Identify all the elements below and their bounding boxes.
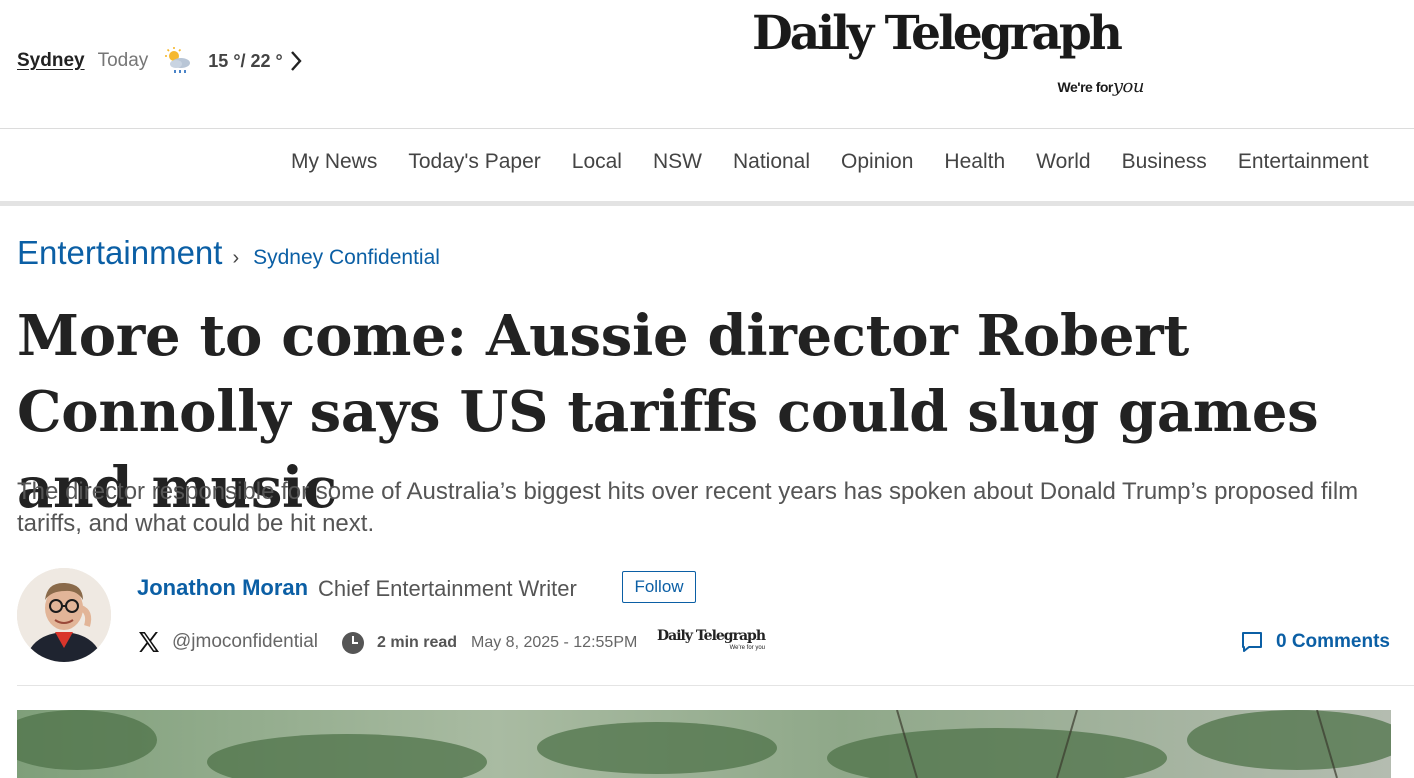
- weather-day: Today: [97, 50, 149, 71]
- nav-divider: [0, 201, 1414, 206]
- hero-image-graphic: [17, 710, 1391, 778]
- nav-item-nsw[interactable]: NSW: [653, 150, 702, 174]
- partly-cloudy-rain-icon: [165, 47, 191, 73]
- main-nav: My News Today's Paper Local NSW National…: [291, 150, 1400, 174]
- author-photo: [17, 568, 111, 662]
- nav-item-business[interactable]: Business: [1122, 150, 1207, 174]
- nav-item-todays-paper[interactable]: Today's Paper: [408, 150, 540, 174]
- source-logo: Daily Telegraph We're for you: [657, 628, 767, 654]
- breadcrumb-section[interactable]: Entertainment: [17, 234, 222, 272]
- masthead-name: Daily Telegraph: [752, 6, 1123, 61]
- author-role: Chief Entertainment Writer: [318, 576, 577, 601]
- breadcrumb: Entertainment › Sydney Confidential: [17, 234, 440, 272]
- masthead-logo[interactable]: Daily Telegraph We're foryou: [752, 4, 1152, 104]
- nav-item-local[interactable]: Local: [572, 150, 622, 174]
- nav-item-health[interactable]: Health: [944, 150, 1005, 174]
- x-twitter-icon[interactable]: [137, 630, 161, 654]
- comments-count: 0 Comments: [1275, 631, 1390, 652]
- weather-temps: 15 °/ 22 °: [208, 50, 283, 71]
- source-logo-tagline: We're for you: [729, 645, 765, 651]
- author-name-link[interactable]: Jonathon Moran: [137, 575, 308, 601]
- tagline-script: you: [1112, 76, 1145, 97]
- hero-image: [17, 710, 1391, 778]
- comment-bubble-icon: [1241, 632, 1262, 652]
- nav-item-my-news[interactable]: My News: [291, 150, 377, 174]
- byline-divider: [17, 685, 1414, 686]
- weather-city-link[interactable]: Sydney: [17, 50, 85, 72]
- publish-date: May 8, 2025 - 12:55PM: [471, 634, 638, 651]
- clock-icon: [342, 632, 364, 654]
- source-logo-name: Daily Telegraph: [657, 628, 766, 644]
- nav-item-national[interactable]: National: [733, 150, 810, 174]
- comments-link[interactable]: 0 Comments: [1240, 630, 1390, 654]
- nav-item-world[interactable]: World: [1036, 150, 1090, 174]
- header-divider: [0, 128, 1414, 129]
- weather-widget: Sydney Today 15 °/ 22 °: [17, 44, 303, 78]
- author-handle-link[interactable]: @jmoconfidential: [172, 631, 318, 653]
- follow-button[interactable]: Follow: [622, 571, 696, 603]
- breadcrumb-subsection[interactable]: Sydney Confidential: [253, 246, 440, 270]
- read-time: 2 min read: [377, 634, 458, 651]
- tagline-prefix: We're for: [1057, 79, 1114, 95]
- nav-item-entertainment[interactable]: Entertainment: [1238, 150, 1369, 174]
- article-standfirst: The director responsible for some of Aus…: [17, 478, 1359, 537]
- breadcrumb-separator-icon: ›: [232, 247, 240, 269]
- chevron-right-icon[interactable]: [289, 50, 303, 72]
- masthead-tagline: We're foryou: [1057, 76, 1145, 97]
- nav-item-opinion[interactable]: Opinion: [841, 150, 913, 174]
- author-avatar[interactable]: [17, 568, 111, 662]
